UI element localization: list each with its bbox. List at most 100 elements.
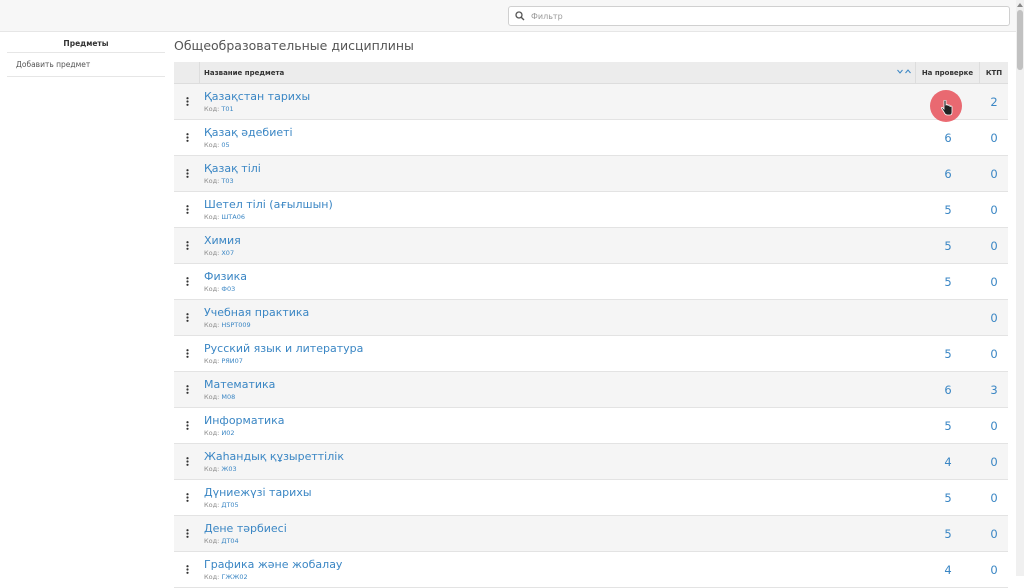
row-actions[interactable] — [174, 480, 200, 515]
ktp-count[interactable]: 0 — [980, 120, 1008, 155]
row-actions[interactable] — [174, 552, 200, 587]
kebab-menu-icon[interactable] — [185, 313, 189, 322]
code-value: Ф03 — [221, 285, 236, 293]
kebab-menu-icon[interactable] — [185, 529, 189, 538]
row-actions[interactable] — [174, 516, 200, 551]
subject-name-link[interactable]: Жаһандық құзыреттілік — [204, 450, 916, 463]
subject-name-link[interactable]: Русский язык и литература — [204, 342, 916, 355]
kebab-menu-icon[interactable] — [185, 205, 189, 214]
kebab-menu-icon[interactable] — [185, 133, 189, 142]
row-actions[interactable] — [174, 156, 200, 191]
table-row[interactable]: Химия Код: Х07 5 0 — [174, 228, 1008, 264]
ktp-count[interactable]: 0 — [980, 516, 1008, 551]
subject-name-link[interactable]: Химия — [204, 234, 916, 247]
table-row[interactable]: Учебная практика Код: HSPT009 0 — [174, 300, 1008, 336]
review-count[interactable]: 6 — [916, 156, 980, 191]
code-value: Т03 — [221, 177, 234, 185]
kebab-menu-icon[interactable] — [185, 457, 189, 466]
ktp-count[interactable]: 3 — [980, 372, 1008, 407]
ktp-count[interactable]: 0 — [980, 336, 1008, 371]
table-row[interactable]: Шетел тілі (ағылшын) Код: ШТА06 5 0 — [174, 192, 1008, 228]
subject-name-link[interactable]: Қазақ тілі — [204, 162, 916, 175]
filter-box[interactable] — [508, 6, 1010, 26]
subject-name-link[interactable]: Графика және жобалау — [204, 558, 916, 571]
ktp-count[interactable]: 0 — [980, 192, 1008, 227]
review-count[interactable]: 5 — [916, 516, 980, 551]
ktp-count[interactable]: 0 — [980, 480, 1008, 515]
filter-input[interactable] — [531, 11, 991, 21]
table-row[interactable]: Математика Код: М08 6 3 — [174, 372, 1008, 408]
kebab-menu-icon[interactable] — [185, 241, 189, 250]
ktp-count[interactable]: 2 — [980, 84, 1008, 119]
sort-asc-icon[interactable] — [905, 69, 911, 74]
ktp-count[interactable]: 0 — [980, 228, 1008, 263]
kebab-menu-icon[interactable] — [185, 565, 189, 574]
table-row[interactable]: Қазақ тілі Код: Т03 6 0 — [174, 156, 1008, 192]
row-actions[interactable] — [174, 408, 200, 443]
review-count[interactable]: 5 — [916, 480, 980, 515]
table-row[interactable]: Дүниежүзі тарихы Код: ДТ05 5 0 — [174, 480, 1008, 516]
review-count[interactable]: 5 — [916, 192, 980, 227]
review-count[interactable]: 5 — [916, 336, 980, 371]
ktp-count[interactable]: 0 — [980, 408, 1008, 443]
ktp-count[interactable]: 0 — [980, 264, 1008, 299]
kebab-menu-icon[interactable] — [185, 385, 189, 394]
subject-name-link[interactable]: Қазақстан тарихы — [204, 90, 916, 103]
sort-desc-icon[interactable] — [897, 69, 903, 74]
row-actions[interactable] — [174, 300, 200, 335]
scrollbar[interactable] — [1016, 0, 1024, 576]
kebab-menu-icon[interactable] — [185, 169, 189, 178]
row-actions[interactable] — [174, 372, 200, 407]
kebab-menu-icon[interactable] — [185, 97, 189, 106]
header-review[interactable]: На проверке — [916, 62, 980, 83]
table-row[interactable]: Русский язык и литература Код: РЯИ07 5 0 — [174, 336, 1008, 372]
table-row[interactable]: Қазақстан тарихы Код: Т01 2 — [174, 84, 1008, 120]
review-count[interactable]: 5 — [916, 228, 980, 263]
table-row[interactable]: Физика Код: Ф03 5 0 — [174, 264, 1008, 300]
subject-name-link[interactable]: Учебная практика — [204, 306, 916, 319]
row-actions[interactable] — [174, 228, 200, 263]
table-row[interactable]: Жаһандық құзыреттілік Код: Ж03 4 0 — [174, 444, 1008, 480]
table-header: Название предмета На проверке КТП — [174, 62, 1008, 84]
ktp-count[interactable]: 0 — [980, 444, 1008, 479]
add-subject-link[interactable]: Добавить предмет — [7, 53, 165, 77]
scrollbar-thumb[interactable] — [1017, 10, 1023, 70]
ktp-count[interactable]: 0 — [980, 552, 1008, 587]
scroll-up-icon[interactable] — [1017, 2, 1023, 8]
review-count[interactable]: 4 — [916, 444, 980, 479]
row-actions[interactable] — [174, 84, 200, 119]
subject-code: Код: HSPT009 — [204, 321, 916, 329]
subject-name-link[interactable]: Қазақ әдебиеті — [204, 126, 916, 139]
row-actions[interactable] — [174, 336, 200, 371]
table-row[interactable]: Информатика Код: И02 5 0 — [174, 408, 1008, 444]
sort-controls[interactable] — [897, 69, 911, 74]
subject-name-link[interactable]: Математика — [204, 378, 916, 391]
table-row[interactable]: Графика және жобалау Код: ГЖЖ02 4 0 — [174, 552, 1008, 588]
subject-name-link[interactable]: Дене тәрбиесі — [204, 522, 916, 535]
review-count[interactable]: 4 — [916, 552, 980, 587]
review-count[interactable]: 5 — [916, 408, 980, 443]
subject-name-link[interactable]: Информатика — [204, 414, 916, 427]
review-count[interactable]: 6 — [916, 120, 980, 155]
header-ktp[interactable]: КТП — [980, 62, 1008, 83]
kebab-menu-icon[interactable] — [185, 421, 189, 430]
table-row[interactable]: Қазақ әдебиеті Код: 05 6 0 — [174, 120, 1008, 156]
row-subject-cell: Жаһандық құзыреттілік Код: Ж03 — [200, 444, 916, 479]
review-count[interactable] — [916, 300, 980, 335]
ktp-count[interactable]: 0 — [980, 156, 1008, 191]
subject-name-link[interactable]: Дүниежүзі тарихы — [204, 486, 916, 499]
row-actions[interactable] — [174, 120, 200, 155]
review-count[interactable]: 5 — [916, 264, 980, 299]
subject-name-link[interactable]: Шетел тілі (ағылшын) — [204, 198, 916, 211]
kebab-menu-icon[interactable] — [185, 349, 189, 358]
ktp-count[interactable]: 0 — [980, 300, 1008, 335]
row-actions[interactable] — [174, 264, 200, 299]
review-count[interactable]: 6 — [916, 372, 980, 407]
row-actions[interactable] — [174, 192, 200, 227]
header-name[interactable]: Название предмета — [200, 62, 916, 83]
subject-name-link[interactable]: Физика — [204, 270, 916, 283]
table-row[interactable]: Дене тәрбиесі Код: ДТ04 5 0 — [174, 516, 1008, 552]
row-actions[interactable] — [174, 444, 200, 479]
kebab-menu-icon[interactable] — [185, 493, 189, 502]
kebab-menu-icon[interactable] — [185, 277, 189, 286]
